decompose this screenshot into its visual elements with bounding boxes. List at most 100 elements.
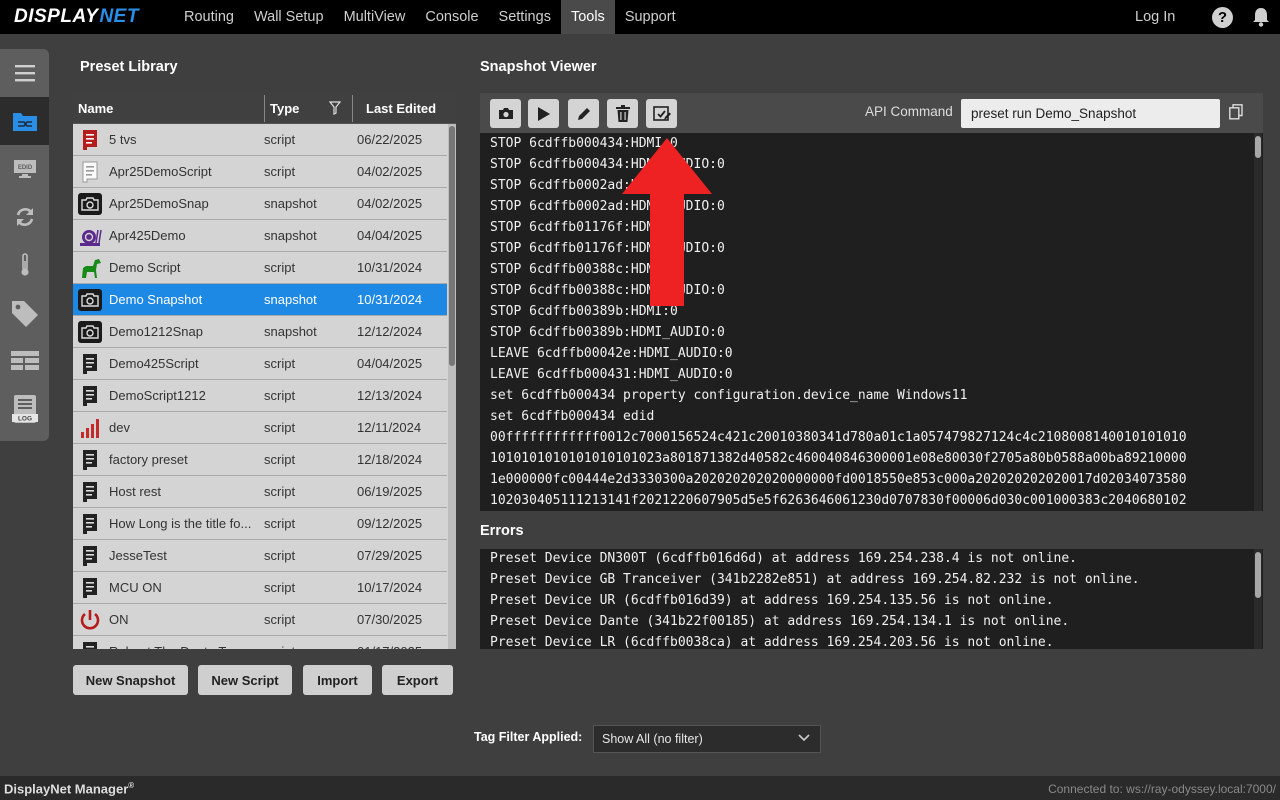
row-name: Demo Snapshot [109, 292, 203, 307]
sidebar-temperature[interactable] [0, 241, 49, 289]
row-name: Apr425Demo [109, 228, 186, 243]
snapshot-line: LEAVE 6cdffb000431:HDMI_AUDIO:0 [490, 367, 733, 382]
column-header-last-edited[interactable]: Last Edited [366, 101, 436, 116]
footer-app-name-text: DisplayNet Manager [4, 781, 129, 797]
nav-console[interactable]: Console [415, 0, 488, 34]
row-name: Demo Script [109, 260, 181, 275]
row-name: 5 tvs [109, 132, 137, 147]
scroll-icon [78, 448, 102, 472]
delete-preset-button[interactable] [607, 99, 638, 128]
row-date: 12/18/2024 [357, 452, 423, 467]
nav-support[interactable]: Support [615, 0, 686, 34]
row-type: script [264, 356, 296, 371]
log-label: LOG [17, 416, 31, 423]
table-scrollbar-thumb[interactable] [449, 126, 455, 366]
scroll-icon [78, 480, 102, 504]
table-row[interactable]: Demo425Script script 04/04/2025 [73, 348, 447, 380]
row-date: 01/17/2025 [357, 644, 422, 649]
api-command-input[interactable] [961, 99, 1220, 128]
new-script-button[interactable]: New Script [198, 665, 292, 695]
errors-scrollbar[interactable] [1254, 549, 1262, 649]
sidebar-log[interactable]: LOG [0, 385, 49, 433]
table-row[interactable]: Demo Snapshot snapshot 10/31/2024 [73, 284, 447, 316]
column-header-name[interactable]: Name [78, 101, 113, 116]
row-date: 06/22/2025 [357, 132, 423, 147]
displaynet-logo[interactable]: DISPLAY NET [0, 0, 174, 34]
table-row[interactable]: JesseTest script 07/29/2025 [73, 540, 447, 572]
table-row[interactable]: Apr25DemoScript script 04/02/2025 [73, 156, 447, 188]
errors-scrollbar-thumb[interactable] [1255, 552, 1261, 598]
nav-multiview[interactable]: MultiView [334, 0, 416, 34]
sidebar-table[interactable] [0, 337, 49, 385]
sidebar-tags[interactable] [0, 289, 49, 337]
help-icon[interactable]: ? [1212, 7, 1233, 28]
snapshot-scrollbar-thumb[interactable] [1255, 136, 1261, 158]
table-row[interactable]: DemoScript1212 script 12/13/2024 [73, 380, 447, 412]
take-snapshot-button[interactable] [490, 99, 521, 128]
row-type: script [264, 612, 296, 627]
row-type: snapshot [264, 324, 317, 339]
login-link[interactable]: Log In [1135, 0, 1175, 34]
table-scrollbar[interactable] [448, 124, 456, 649]
tag-filter-value: Show All (no filter) [602, 732, 703, 746]
row-date: 04/02/2025 [357, 164, 423, 179]
table-row[interactable]: Reboot The Dante Tx script 01/17/2025 [73, 636, 447, 649]
scroll-icon [78, 352, 102, 376]
snapshot-scrollbar[interactable] [1254, 133, 1262, 511]
errors-text-area[interactable]: Preset Device DN300T (6cdffb016d6d) at a… [480, 549, 1263, 649]
nav-settings[interactable]: Settings [489, 0, 561, 34]
row-date: 10/17/2024 [357, 580, 423, 595]
table-row[interactable]: How Long is the title fo... script 09/12/2… [73, 508, 447, 540]
table-row[interactable]: factory preset script 12/18/2024 [73, 444, 447, 476]
snapshot-line: 1e000000fc00444e2d3330300a20202020202000… [490, 472, 1187, 487]
table-row[interactable]: dev script 12/11/2024 [73, 412, 447, 444]
bell-icon[interactable] [1252, 7, 1270, 27]
row-type: snapshot [264, 228, 317, 243]
edit-snapshot-button[interactable] [646, 99, 677, 128]
snapshot-line: set 6cdffb000434 edid [490, 409, 655, 424]
table-row[interactable]: Apr425Demo snapshot 04/04/2025 [73, 220, 447, 252]
copy-icon[interactable] [1229, 104, 1243, 120]
edit-preset-button[interactable] [568, 99, 599, 128]
table-row[interactable]: Apr25DemoSnap snapshot 04/02/2025 [73, 188, 447, 220]
nav-routing[interactable]: Routing [174, 0, 244, 34]
table-header: Name Type Last Edited [73, 93, 456, 124]
row-name: dev [109, 420, 130, 435]
table-row[interactable]: Demo Script script 10/31/2024 [73, 252, 447, 284]
run-preset-button[interactable] [528, 99, 559, 128]
pencil-icon [577, 107, 590, 120]
sidebar-presets[interactable] [0, 97, 49, 145]
export-button[interactable]: Export [382, 665, 453, 695]
power-icon [78, 608, 102, 632]
play-icon [537, 106, 550, 121]
table-row[interactable]: Host rest script 06/19/2025 [73, 476, 447, 508]
import-button[interactable]: Import [303, 665, 372, 695]
table-row[interactable]: Demo1212Snap snapshot 12/12/2024 [73, 316, 447, 348]
table-row[interactable]: MCU ON script 10/17/2024 [73, 572, 447, 604]
red-arrow-annotation [622, 138, 712, 306]
registered-mark: ® [128, 781, 135, 790]
scroll-icon [78, 544, 102, 568]
sidebar-edid[interactable]: EDID [0, 145, 49, 193]
left-sidebar: EDID LOG [0, 49, 49, 441]
table-row[interactable]: ON script 07/30/2025 [73, 604, 447, 636]
nav-tools[interactable]: Tools [560, 0, 615, 34]
table-row[interactable]: 5 tvs script 06/22/2025 [73, 124, 447, 156]
new-snapshot-button[interactable]: New Snapshot [73, 665, 188, 695]
scroll-red-icon [78, 128, 102, 152]
row-date: 04/02/2025 [357, 196, 423, 211]
tag-filter-select[interactable]: Show All (no filter) [593, 725, 821, 753]
nav-wall-setup[interactable]: Wall Setup [244, 0, 334, 34]
filter-icon[interactable] [329, 101, 341, 115]
row-type: script [264, 164, 296, 179]
column-header-type[interactable]: Type [270, 101, 299, 116]
row-type: script [264, 548, 296, 563]
row-date: 10/31/2024 [357, 260, 423, 275]
snapshot-line: set 6cdffb000434 property configuration.… [490, 388, 968, 403]
connection-status: Connected to: ws://ray-odyssey.local:700… [1048, 782, 1276, 796]
scroll-white-icon [78, 160, 102, 184]
row-name: Apr25DemoScript [109, 164, 212, 179]
sidebar-refresh[interactable] [0, 193, 49, 241]
sidebar-menu[interactable] [0, 49, 49, 97]
snapshot-text-area[interactable]: STOP 6cdffb000434:HDMI:0 STOP 6cdffb00043… [480, 133, 1263, 511]
